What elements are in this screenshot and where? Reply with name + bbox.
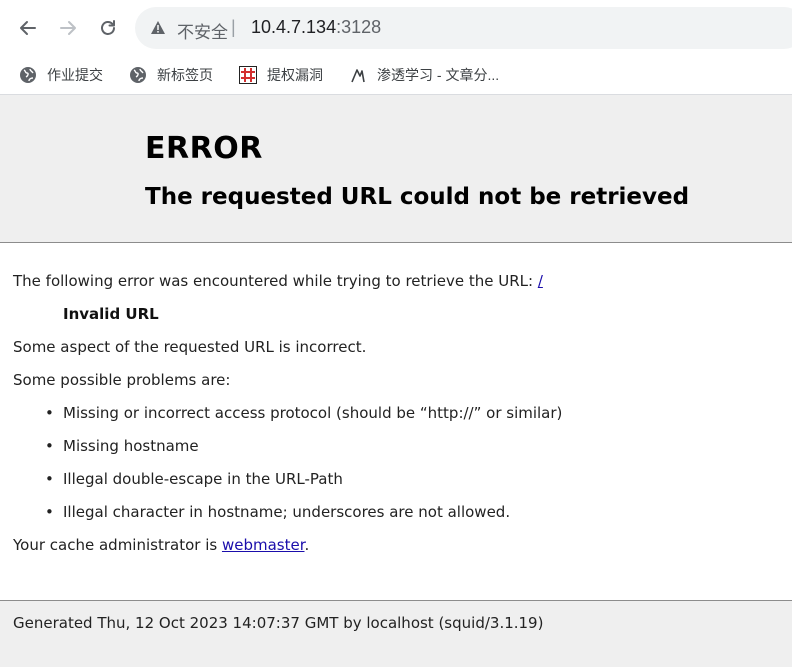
footer-text: Generated Thu, 12 Oct 2023 14:07:37 GMT … — [13, 614, 544, 632]
admin-prefix: Your cache administrator is — [13, 536, 222, 554]
bookmark-label: 新标签页 — [157, 67, 213, 83]
bullet: • — [45, 404, 54, 422]
error-name: Invalid URL — [63, 305, 159, 323]
requested-url-link[interactable]: / — [538, 272, 543, 290]
arrow-right-icon — [60, 21, 76, 35]
list-item: • Illegal double-escape in the URL-Path — [45, 470, 343, 488]
bookmark-pentest[interactable]: 渗透学习 - 文章分... — [349, 62, 499, 88]
admin-suffix: . — [304, 536, 310, 554]
warning-icon[interactable] — [150, 20, 166, 39]
reload-button[interactable] — [93, 13, 123, 43]
bookmark-label: 渗透学习 - 文章分... — [377, 67, 500, 83]
problem-text: Missing hostname — [63, 437, 199, 455]
intro-text: The following error was encountered whil… — [13, 272, 543, 290]
bookmark-label: 提权漏洞 — [267, 67, 323, 83]
bullet: • — [45, 503, 54, 521]
bookmark-label: 作业提交 — [47, 67, 103, 83]
globe-icon — [129, 66, 147, 84]
bullet: • — [45, 470, 54, 488]
hash-grid-icon — [239, 66, 257, 84]
address-separator: | — [231, 17, 236, 37]
forward-button[interactable] — [53, 13, 83, 43]
bookmark-privesc[interactable]: 提权漏洞 — [239, 62, 323, 88]
reload-icon — [101, 20, 115, 35]
bookmark-homework[interactable]: 作业提交 — [19, 62, 103, 88]
insecure-label[interactable]: 不安全 — [177, 18, 228, 43]
list-item: • Missing or incorrect access protocol (s… — [45, 404, 562, 422]
page-subtitle: The requested URL could not be retrieved — [145, 184, 690, 210]
url-port: :3128 — [336, 17, 382, 37]
bookmark-new-tab[interactable]: 新标签页 — [129, 62, 213, 88]
intro-sentence: The following error was encountered whil… — [13, 272, 538, 290]
arrow-left-icon — [20, 21, 36, 35]
problem-text: Illegal double-escape in the URL-Path — [63, 470, 343, 488]
url-text[interactable]: 10.4.7.134:3128 — [251, 17, 381, 38]
bookmarks-bar: 作业提交 新标签页 提权漏洞 渗透学习 - 文章分... — [0, 56, 792, 94]
admin-text: Your cache administrator is webmaster. — [13, 536, 309, 554]
feather-icon — [349, 66, 367, 84]
problem-text: Missing or incorrect access protocol (sh… — [63, 404, 563, 422]
problem-text: Illegal character in hostname; underscor… — [63, 503, 511, 521]
error-header: ERROR The requested URL could not be ret… — [0, 95, 792, 243]
page-title: ERROR — [145, 131, 263, 166]
error-description: Some aspect of the requested URL is inco… — [13, 338, 367, 356]
back-button[interactable] — [13, 13, 43, 43]
address-bar[interactable]: 不安全 | 10.4.7.134:3128 — [135, 7, 792, 49]
list-item: • Missing hostname — [45, 437, 199, 455]
globe-icon — [19, 66, 37, 84]
problems-heading: Some possible problems are: — [13, 371, 231, 389]
bullet: • — [45, 437, 54, 455]
browser-toolbar: 不安全 | 10.4.7.134:3128 — [0, 0, 792, 56]
page-footer: Generated Thu, 12 Oct 2023 14:07:37 GMT … — [0, 600, 792, 667]
webmaster-link[interactable]: webmaster — [222, 536, 305, 554]
url-host: 10.4.7.134 — [251, 17, 337, 37]
list-item: • Illegal character in hostname; undersco… — [45, 503, 510, 521]
